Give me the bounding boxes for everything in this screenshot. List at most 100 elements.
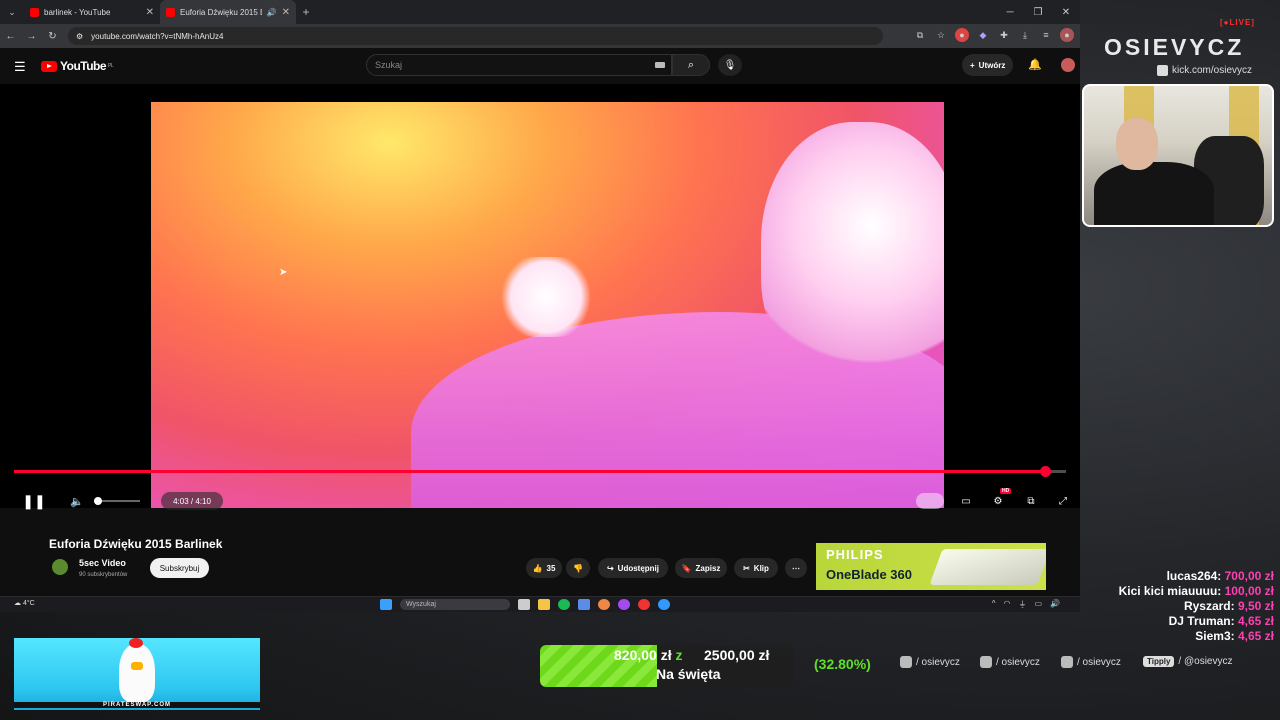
task-view-icon[interactable] (518, 599, 530, 610)
tab-bar: ⌄ barlinek - YouTube ✕ Euforia Dźwięku 2… (0, 0, 1080, 24)
clip-label: Klip (753, 563, 769, 573)
sponsor-banner: PIRATESWAP.COM (14, 638, 260, 710)
telegram-icon[interactable] (658, 599, 670, 610)
messenger-icon[interactable] (618, 599, 630, 610)
notifications-bell-icon[interactable]: 🔔 (1028, 58, 1042, 71)
weather-widget[interactable]: ☁ 4°C (14, 599, 35, 607)
tab-search-icon[interactable]: ⌄ (0, 0, 24, 24)
volume-icon[interactable]: 🔈 (68, 486, 86, 516)
voice-search-button[interactable]: 🎙 (718, 54, 742, 76)
tray-chevron-icon[interactable]: ^ (992, 599, 996, 610)
tab-barlinek[interactable]: barlinek - YouTube ✕ (24, 0, 160, 24)
usb-icon[interactable]: ⏚ (1018, 599, 1026, 610)
donor-name: lucas264: (1166, 569, 1222, 583)
extension-purple-icon[interactable]: ◆ (976, 28, 990, 42)
network-icon[interactable]: ◠ (1003, 599, 1010, 610)
like-button[interactable]: 👍 35 (526, 558, 562, 578)
channel-name[interactable]: 5sec Video (79, 558, 126, 568)
account-avatar[interactable] (1061, 58, 1075, 72)
spotify-icon[interactable] (558, 599, 570, 610)
store-icon[interactable] (578, 599, 590, 610)
video-player[interactable]: ➤ ❚❚ 🔈 4:03 / 4:10 ▭ ⚙ HD ⧉ ⤢ (0, 84, 1080, 510)
create-button[interactable]: + Utwórz (962, 54, 1014, 76)
start-icon[interactable] (380, 599, 392, 610)
subscriber-count: 90 subskrybentów (79, 572, 128, 578)
goal-current-amount: 820,00 zł (614, 647, 672, 663)
install-icon[interactable]: ⧉ (913, 28, 927, 42)
file-explorer-icon[interactable] (538, 599, 550, 610)
social-handle: / osievycz (1077, 656, 1121, 668)
ad-banner[interactable]: PHILIPS OneBlade 360 (816, 543, 1046, 590)
app-icon[interactable] (638, 599, 650, 610)
search-input[interactable]: Szukaj (366, 54, 672, 76)
site-info-icon[interactable]: ⚙ (76, 32, 83, 41)
back-icon[interactable]: ← (0, 31, 21, 42)
reload-icon[interactable]: ↻ (42, 31, 63, 42)
tab-euforia[interactable]: Euforia Dźwięku 2015 Barlinek 🔊 ✕ (160, 0, 296, 24)
live-badge: [●LIVE] (1220, 18, 1255, 27)
video-title: Euforia Dźwięku 2015 Barlinek (49, 537, 223, 551)
dislike-button[interactable]: 👎 (566, 558, 590, 578)
menu-icon[interactable]: ☰ (14, 59, 26, 75)
kick-link: kick.com/osievycz (1157, 65, 1252, 76)
taskbar-search[interactable]: Wyszukaj (400, 599, 510, 610)
tiktok-icon (980, 656, 992, 668)
chrome-icon[interactable] (598, 599, 610, 610)
donation-row: Ryszard: 9,50 zł (1184, 599, 1274, 613)
create-label: Utwórz (978, 60, 1006, 70)
close-tab-icon[interactable]: ✕ (146, 7, 154, 18)
display-icon[interactable]: ▭ (1034, 599, 1042, 610)
share-button[interactable]: ↪ Udostępnij (598, 558, 668, 578)
channel-avatar[interactable] (52, 559, 68, 575)
social-tipply: Tipply / @osievycz (1143, 656, 1232, 667)
time-display: 4:03 / 4:10 (161, 492, 223, 510)
autoplay-toggle[interactable] (916, 493, 944, 509)
youtube-logo[interactable]: YouTube PL (41, 59, 114, 73)
donation-amount: 100,00 zł (1224, 584, 1274, 598)
bookmark-star-icon[interactable]: ☆ (934, 28, 948, 42)
new-tab-button[interactable]: + (296, 5, 316, 19)
donation-row: Siem3: 4,65 zł (1195, 629, 1274, 643)
extensions-puzzle-icon[interactable]: ✚ (997, 28, 1011, 42)
donation-row: DJ Truman: 4,65 zł (1169, 614, 1274, 628)
minimize-icon[interactable]: ─ (996, 0, 1024, 24)
sound-icon[interactable]: 🔊 (1050, 599, 1060, 610)
media-controls-icon[interactable]: ≡ (1039, 28, 1053, 42)
address-bar: ← → ↻ ⚙ youtube.com/watch?v=tNMh-hAnUz4 … (0, 24, 1080, 48)
close-window-icon[interactable]: ✕ (1052, 0, 1080, 24)
pause-icon[interactable]: ❚❚ (22, 486, 45, 516)
profile-icon[interactable]: ● (1060, 28, 1074, 42)
download-icon[interactable]: ⤓ (1018, 28, 1032, 42)
speaker-icon[interactable]: 🔊 (267, 8, 277, 17)
volume-knob[interactable] (94, 497, 102, 505)
subscribe-button[interactable]: Subskrybuj (150, 558, 209, 578)
donation-row: lucas264: 700,00 zł (1167, 569, 1274, 583)
scrubber-knob[interactable] (1039, 466, 1051, 477)
forward-icon[interactable]: → (21, 31, 42, 42)
goal-current: 820,00 zł z (614, 647, 683, 663)
search-button[interactable]: ⌕ (672, 54, 710, 76)
donation-row: Kici kici miauuuu: 100,00 zł (1119, 584, 1274, 598)
goal-target: 2500,00 zł (704, 647, 770, 663)
maximize-icon[interactable]: ❐ (1024, 0, 1052, 24)
more-actions-button[interactable]: ⋯ (785, 558, 807, 578)
progress-bar[interactable] (14, 466, 1066, 477)
close-tab-icon[interactable]: ✕ (282, 7, 290, 18)
webcam-streamer-body (1094, 162, 1214, 225)
keyboard-icon[interactable] (655, 62, 665, 68)
streamer-brand: OSIEVYCZ (1104, 34, 1245, 60)
video-frame[interactable] (151, 102, 944, 508)
extension-red-icon[interactable]: ● (955, 28, 969, 42)
tipply-badge: Tipply (1143, 656, 1175, 667)
chicken-comb (129, 638, 143, 648)
subtitles-icon[interactable]: ▭ (954, 486, 978, 516)
clip-button[interactable]: ✂ Klip (734, 558, 778, 578)
donation-amount: 4,65 zł (1237, 629, 1274, 643)
save-button[interactable]: 🔖 Zapisz (675, 558, 727, 578)
volume-slider[interactable] (94, 486, 140, 516)
thumbs-up-icon: 👍 (532, 563, 543, 573)
url-field[interactable]: ⚙ youtube.com/watch?v=tNMh-hAnUz4 (68, 27, 883, 45)
miniplayer-icon[interactable]: ⧉ (1019, 486, 1043, 516)
fullscreen-icon[interactable]: ⤢ (1051, 486, 1075, 516)
hd-badge: HD (1000, 488, 1012, 494)
